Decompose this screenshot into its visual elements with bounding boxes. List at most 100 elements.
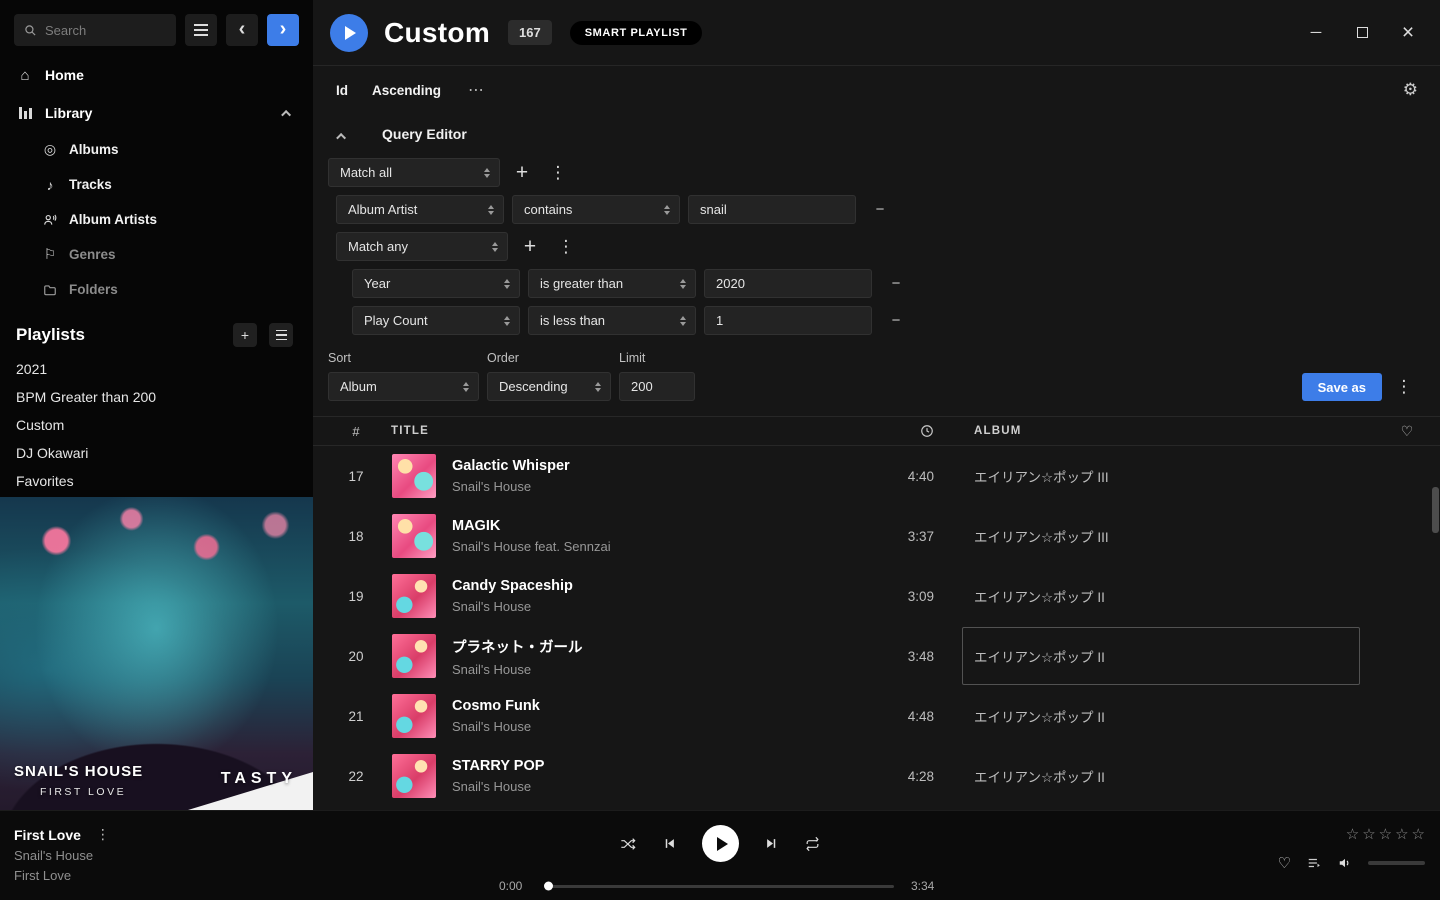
track-row[interactable]: 19 Candy Spaceship Snail's House 3:09 エイ… — [313, 566, 1440, 626]
maximize-button[interactable] — [1353, 24, 1371, 42]
back-button[interactable]: ‹ — [226, 14, 258, 46]
play-pause-button[interactable] — [702, 825, 739, 862]
page-title: Custom — [384, 17, 490, 49]
playlist-options-button[interactable] — [269, 323, 293, 347]
rating-star[interactable]: ☆ — [1395, 825, 1408, 843]
previous-button[interactable] — [662, 836, 677, 851]
track-row[interactable]: 20 プラネット・ガール Snail's House 3:48 エイリアン☆ポッ… — [313, 626, 1440, 686]
more-options-button[interactable]: ⋯ — [468, 80, 485, 100]
repeat-button[interactable] — [804, 836, 821, 852]
album-art-thumbnail — [392, 634, 436, 678]
search-input[interactable] — [45, 23, 155, 38]
menu-button[interactable] — [185, 14, 217, 46]
track-row[interactable]: 22 STARRY POP Snail's House 4:28 エイリアン☆ポ… — [313, 746, 1440, 806]
rating-star[interactable]: ☆ — [1346, 825, 1359, 843]
rule-value-input[interactable] — [688, 195, 856, 224]
add-group-rule-button[interactable]: + — [516, 233, 544, 261]
playlist-item[interactable]: DJ Okawari — [0, 439, 313, 467]
shuffle-button[interactable] — [619, 836, 637, 852]
remove-group-rule-button[interactable]: − — [882, 270, 910, 298]
match-all-select[interactable]: Match all — [328, 158, 500, 187]
remove-group-rule-button[interactable]: − — [882, 307, 910, 335]
title-column-header[interactable]: TITLE — [391, 425, 900, 437]
query-editor-title: Query Editor — [382, 126, 467, 142]
sidebar-item-album-artists[interactable]: Album Artists — [0, 202, 313, 237]
group-menu-button[interactable]: ⋮ — [552, 233, 580, 261]
playlist-item[interactable]: 2021 — [0, 355, 313, 383]
tracks-icon: ♪ — [42, 177, 58, 193]
playlist-item[interactable]: BPM Greater than 200 — [0, 383, 313, 411]
group-rule-field-select[interactable]: Year — [352, 269, 520, 298]
select-caret-icon — [488, 205, 494, 215]
track-row[interactable]: 17 Galactic Whisper Snail's House 4:40 エ… — [313, 446, 1440, 506]
album-cell[interactable]: エイリアン☆ポップ III — [934, 506, 1374, 566]
sidebar: ‹ › ⌂ Home Library ◎ Albums ♪ Tracks Alb… — [0, 0, 313, 810]
rating-star[interactable]: ☆ — [1412, 825, 1425, 843]
favorite-button[interactable]: ♡ — [1278, 854, 1291, 872]
sidebar-item-library[interactable]: Library — [0, 94, 313, 132]
remove-rule-button[interactable]: − — [866, 196, 894, 224]
search-box[interactable] — [14, 14, 176, 46]
add-rule-button[interactable]: + — [508, 159, 536, 187]
track-row[interactable]: 18 MAGIK Snail's House feat. Sennzai 3:3… — [313, 506, 1440, 566]
group-rule-field-select[interactable]: Play Count — [352, 306, 520, 335]
seek-bar[interactable] — [546, 885, 894, 888]
volume-button[interactable] — [1337, 856, 1353, 870]
save-as-button[interactable]: Save as — [1302, 373, 1382, 401]
table-header: # TITLE ALBUM ♡ — [313, 416, 1440, 446]
track-title: MAGIK — [452, 518, 866, 534]
scrollbar-thumb[interactable] — [1432, 487, 1439, 533]
playlist-item[interactable]: Custom — [0, 411, 313, 439]
collapse-query-editor-button[interactable] — [328, 129, 356, 140]
sidebar-item-folders[interactable]: Folders — [0, 272, 313, 307]
forward-button[interactable]: › — [267, 14, 299, 46]
sidebar-item-albums[interactable]: ◎ Albums — [0, 132, 313, 167]
rule-operator-select[interactable]: contains — [512, 195, 680, 224]
sidebar-item-home[interactable]: ⌂ Home — [0, 56, 313, 94]
close-button[interactable]: × — [1399, 24, 1417, 42]
elapsed-time: 0:00 — [499, 879, 529, 893]
add-playlist-button[interactable]: + — [233, 323, 257, 347]
search-icon — [24, 24, 37, 37]
album-cell[interactable]: エイリアン☆ポップ III — [934, 446, 1374, 506]
group-rule-operator-select[interactable]: is greater than — [528, 269, 696, 298]
favorite-column-header[interactable]: ♡ — [1374, 423, 1440, 440]
volume-slider[interactable] — [1368, 861, 1425, 865]
track-duration: 4:28 — [866, 769, 934, 784]
group-rule-value-input[interactable] — [704, 306, 872, 335]
group-rule-value-input[interactable] — [704, 269, 872, 298]
group-rule-operator-select[interactable]: is less than — [528, 306, 696, 335]
rating-star[interactable]: ☆ — [1379, 825, 1392, 843]
rule-field-select[interactable]: Album Artist — [336, 195, 504, 224]
album-cell[interactable]: エイリアン☆ポップ II — [934, 746, 1374, 806]
play-playlist-button[interactable] — [330, 14, 368, 52]
sort-select[interactable]: Album — [328, 372, 479, 401]
gear-icon[interactable]: ⚙ — [1403, 80, 1418, 100]
limit-input[interactable] — [619, 372, 695, 401]
sidebar-item-genres[interactable]: ⚐ Genres — [0, 237, 313, 272]
album-cell[interactable]: エイリアン☆ポップ II — [934, 626, 1374, 686]
sidebar-item-tracks[interactable]: ♪ Tracks — [0, 167, 313, 202]
duration-column-header[interactable] — [900, 424, 934, 438]
playlist-list: 2021BPM Greater than 200CustomDJ Okawari… — [0, 355, 313, 495]
album-cell[interactable]: エイリアン☆ポップ II — [934, 686, 1374, 746]
sort-direction-button[interactable]: Ascending — [372, 83, 441, 98]
match-any-select[interactable]: Match any — [336, 232, 508, 261]
minimize-button[interactable]: ─ — [1307, 24, 1325, 42]
queue-button[interactable] — [1306, 856, 1322, 870]
seek-knob[interactable] — [544, 882, 553, 891]
index-column-header[interactable]: # — [336, 424, 376, 439]
rule-group-menu-button[interactable]: ⋮ — [544, 159, 572, 187]
track-row[interactable]: 21 Cosmo Funk Snail's House 4:48 エイリアン☆ポ… — [313, 686, 1440, 746]
chevron-right-icon: › — [280, 19, 287, 42]
album-column-header[interactable]: ALBUM — [934, 425, 1374, 437]
rating-star[interactable]: ☆ — [1362, 825, 1375, 843]
next-button[interactable] — [764, 836, 779, 851]
select-caret-icon — [664, 205, 670, 215]
album-cell[interactable]: エイリアン☆ポップ II — [934, 566, 1374, 626]
playlist-item[interactable]: Favorites — [0, 467, 313, 495]
now-playing-menu-button[interactable]: ⋮ — [96, 826, 110, 843]
sort-field-button[interactable]: Id — [336, 83, 348, 98]
order-select[interactable]: Descending — [487, 372, 611, 401]
save-menu-button[interactable]: ⋮ — [1390, 373, 1418, 401]
